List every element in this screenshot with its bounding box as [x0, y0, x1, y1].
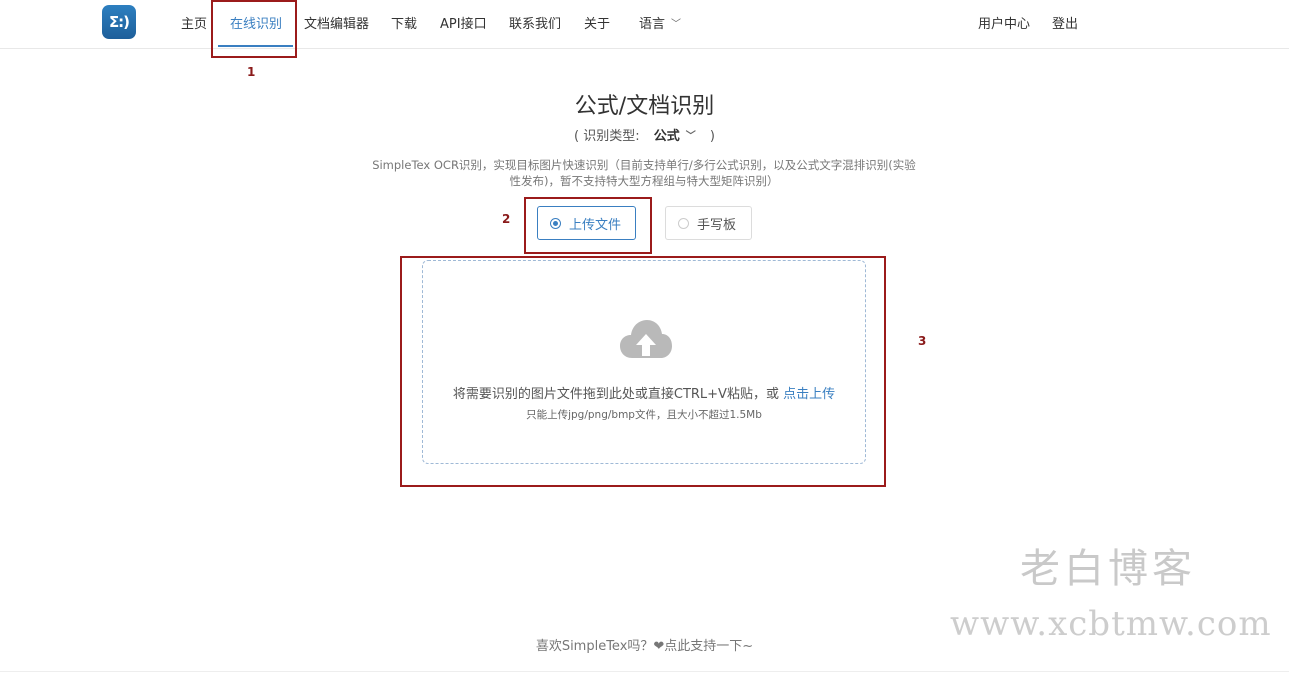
nav-api[interactable]: API接口 [440, 13, 487, 32]
nav-language[interactable]: 语言 ﹀ [639, 13, 681, 32]
recognition-type-value: 公式 [653, 129, 680, 144]
upload-file-mode-label: 上传文件 [569, 217, 622, 233]
nav-about[interactable]: 关于 [584, 13, 610, 32]
handwriting-pad-mode-button[interactable]: 手写板 [665, 206, 752, 240]
nav-language-label: 语言 [639, 17, 666, 32]
chevron-down-icon: ﹀ [685, 131, 696, 142]
nav-download[interactable]: 下载 [391, 13, 417, 32]
subtitle-prefix: ( 识别类型: [574, 129, 640, 144]
recognition-type-row: ( 识别类型: 公式 ﹀ ) [0, 125, 1289, 144]
service-description: SimpleTex OCR识别，实现目标图片快速识别（目前支持单行/多行公式识别… [372, 158, 916, 188]
radio-checked-icon [550, 217, 561, 229]
recognition-type-select[interactable]: 公式 ﹀ [654, 129, 696, 144]
simpletex-logo[interactable]: Σ:) [102, 5, 136, 39]
handwriting-pad-mode-label: 手写板 [697, 217, 737, 233]
drop-instructions: 将需要识别的图片文件拖到此处或直接CTRL+V粘贴，或 点击上传 [423, 383, 865, 402]
bottom-divider [0, 671, 1289, 672]
radio-unchecked-icon [678, 217, 689, 229]
cloud-upload-icon [620, 320, 672, 358]
watermark-url: www.xcbtmw.com [950, 604, 1272, 644]
annotation-number-3: 3 [918, 334, 927, 348]
annotation-number-2: 2 [502, 212, 511, 226]
drop-instructions-text: 将需要识别的图片文件拖到此处或直接CTRL+V粘贴，或 [452, 387, 779, 402]
subtitle-suffix: ) [709, 129, 715, 144]
upload-file-hint: 只能上传jpg/png/bmp文件，且大小不超过1.5Mb [526, 409, 762, 421]
nav-home[interactable]: 主页 [181, 13, 207, 32]
page-title: 公式/文档识别 [574, 94, 715, 119]
upload-file-mode-button[interactable]: 上传文件 [537, 206, 636, 240]
watermark-title: 老白博客 [1020, 546, 1196, 592]
file-drop-zone[interactable]: 将需要识别的图片文件拖到此处或直接CTRL+V粘贴，或 点击上传 只能上传jpg… [422, 260, 866, 464]
nav-document-editor[interactable]: 文档编辑器 [304, 13, 369, 32]
annotation-box-1 [211, 0, 297, 58]
annotation-number-1: 1 [247, 65, 256, 79]
chevron-down-icon: ﹀ [671, 19, 682, 30]
nav-contact[interactable]: 联系我们 [509, 13, 561, 32]
click-upload-link[interactable]: 点击上传 [783, 387, 835, 402]
nav-user-center[interactable]: 用户中心 [978, 13, 1030, 32]
nav-logout[interactable]: 登出 [1052, 13, 1078, 32]
top-navbar: Σ:) 主页 在线识别 文档编辑器 下载 API接口 联系我们 关于 语言 ﹀ 用… [0, 0, 1289, 49]
